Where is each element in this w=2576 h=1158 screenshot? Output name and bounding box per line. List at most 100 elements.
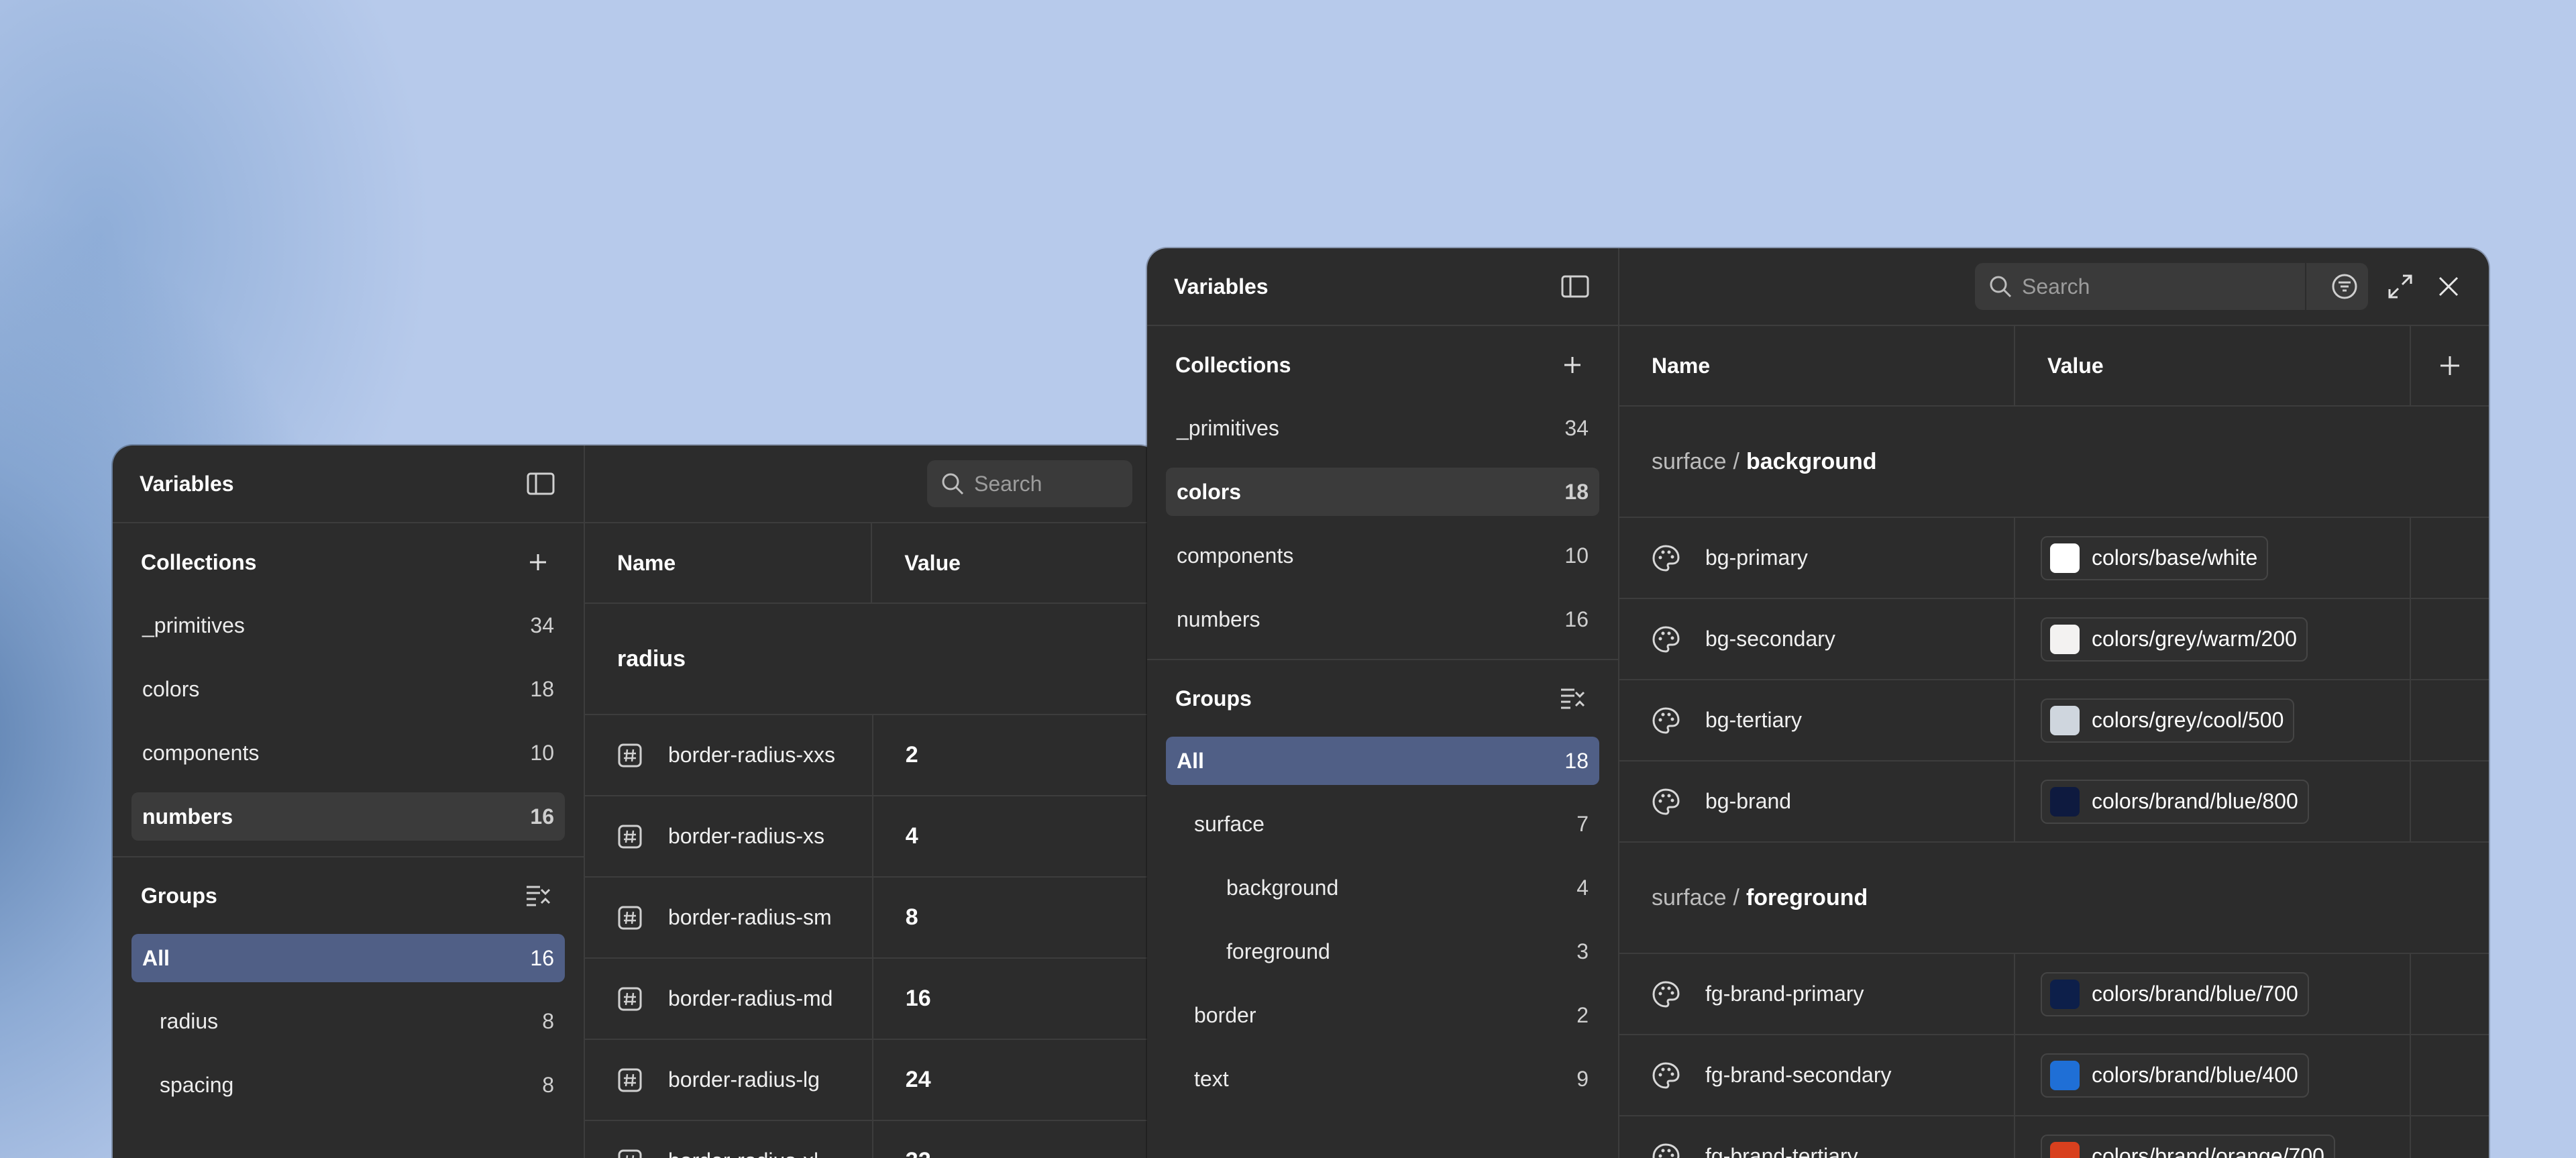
palette-icon bbox=[1652, 706, 1680, 734]
collection-count: 34 bbox=[1564, 415, 1589, 440]
collection-item[interactable]: colors 18 bbox=[131, 665, 565, 713]
column-name-header[interactable]: Name bbox=[1619, 326, 2015, 405]
collection-count: 16 bbox=[1564, 607, 1589, 631]
collection-item[interactable]: components 10 bbox=[131, 729, 565, 777]
expand-icon[interactable] bbox=[2384, 270, 2416, 303]
group-item[interactable]: spacing 8 bbox=[131, 1061, 565, 1109]
variable-value: colors/base/white bbox=[2092, 545, 2258, 570]
table-row[interactable]: fg-brand-secondary colors/brand/blue/400 bbox=[1619, 1035, 2489, 1116]
collections-title: Collections bbox=[1175, 352, 1291, 377]
groups-header: Groups bbox=[113, 857, 584, 934]
sidebar-toggle-icon[interactable] bbox=[525, 468, 557, 500]
variable-name: fg-brand-secondary bbox=[1705, 1063, 1892, 1087]
table-row[interactable]: bg-secondary colors/grey/warm/200 bbox=[1619, 599, 2489, 680]
filter-icon[interactable] bbox=[2321, 270, 2368, 303]
variable-value[interactable]: 2 bbox=[899, 742, 918, 768]
color-value-pill[interactable]: colors/base/white bbox=[2041, 535, 2269, 580]
search-input[interactable]: Search bbox=[927, 460, 1132, 507]
search-icon bbox=[942, 473, 964, 495]
add-collection-icon[interactable] bbox=[522, 546, 554, 578]
close-icon[interactable] bbox=[2432, 270, 2465, 303]
variable-value: colors/brand/blue/700 bbox=[2092, 982, 2298, 1006]
table-row[interactable]: border-radius-xxs 2 bbox=[585, 715, 1159, 796]
collection-item[interactable]: _primitives 34 bbox=[131, 601, 565, 649]
variable-value[interactable]: 8 bbox=[899, 904, 918, 931]
color-value-pill[interactable]: colors/brand/orange/700 bbox=[2041, 1134, 2335, 1158]
table-row[interactable]: bg-tertiary colors/grey/cool/500 bbox=[1619, 680, 2489, 761]
table-row[interactable]: fg-brand-primary colors/brand/blue/700 bbox=[1619, 954, 2489, 1035]
color-swatch bbox=[2050, 979, 2080, 1009]
groups-title: Groups bbox=[141, 883, 217, 908]
group-item[interactable]: border 2 bbox=[1166, 991, 1599, 1039]
group-item-selected[interactable]: All 18 bbox=[1166, 737, 1599, 785]
group-heading: surface / background bbox=[1619, 407, 2489, 518]
group-count: 9 bbox=[1576, 1066, 1589, 1091]
search-icon bbox=[1990, 276, 2012, 298]
table-row[interactable]: border-radius-lg 24 bbox=[585, 1040, 1159, 1121]
color-value-pill[interactable]: colors/grey/cool/500 bbox=[2041, 698, 2295, 743]
panel-title: Variables bbox=[1174, 274, 1269, 299]
column-headers: Name Value bbox=[1619, 326, 2489, 407]
variable-name: fg-brand-tertiary bbox=[1705, 1144, 1858, 1158]
number-icon bbox=[618, 825, 642, 848]
variables-table: Search Name Value surface / background b… bbox=[1619, 248, 2489, 1158]
group-heading-separator: / bbox=[1733, 884, 1739, 910]
collection-item[interactable]: components 10 bbox=[1166, 531, 1599, 580]
add-collection-icon[interactable] bbox=[1556, 349, 1589, 381]
variable-value[interactable]: 4 bbox=[899, 823, 918, 849]
group-count: 4 bbox=[1576, 875, 1589, 900]
group-label: background bbox=[1226, 875, 1339, 900]
table-row[interactable]: border-radius-md 16 bbox=[585, 959, 1159, 1040]
table-row[interactable]: bg-primary colors/base/white bbox=[1619, 518, 2489, 599]
collection-item-selected[interactable]: colors 18 bbox=[1166, 468, 1599, 516]
variable-name: border-radius-md bbox=[668, 986, 833, 1010]
collection-label: colors bbox=[142, 676, 200, 701]
table-row[interactable]: bg-brand colors/brand/blue/800 bbox=[1619, 761, 2489, 843]
table-row[interactable]: border-radius-xs 4 bbox=[585, 796, 1159, 878]
collection-label: numbers bbox=[1177, 607, 1260, 631]
variable-value[interactable]: 24 bbox=[899, 1067, 931, 1093]
variable-name: fg-brand-primary bbox=[1705, 982, 1864, 1006]
column-value-header[interactable]: Value bbox=[872, 523, 1159, 602]
group-item[interactable]: background 4 bbox=[1166, 863, 1599, 912]
collections-list: _primitives 34 colors 18 components 10 numb… bbox=[1147, 404, 1618, 643]
number-icon bbox=[618, 906, 642, 929]
group-item[interactable]: surface 7 bbox=[1166, 800, 1599, 848]
table-row[interactable]: fg-brand-tertiary colors/brand/orange/70… bbox=[1619, 1116, 2489, 1158]
collapse-groups-icon[interactable] bbox=[1556, 682, 1589, 715]
column-name-header[interactable]: Name bbox=[585, 523, 873, 602]
color-value-pill[interactable]: colors/brand/blue/700 bbox=[2041, 971, 2309, 1016]
search-input[interactable]: Search bbox=[1975, 263, 2368, 310]
group-count: 16 bbox=[530, 945, 554, 970]
variable-value[interactable]: 16 bbox=[899, 986, 931, 1012]
table-row[interactable]: border-radius-xl 32 bbox=[585, 1121, 1159, 1158]
palette-icon bbox=[1652, 1143, 1680, 1158]
plus-icon bbox=[2440, 356, 2459, 375]
collection-count: 34 bbox=[530, 613, 554, 637]
column-value-header[interactable]: Value bbox=[2015, 326, 2411, 405]
group-heading-parent: surface bbox=[1652, 448, 1727, 474]
table-row[interactable]: border-radius-sm 8 bbox=[585, 878, 1159, 959]
sidebar: Variables Collections _primitives 34 colo… bbox=[1147, 248, 1619, 1158]
group-count: 7 bbox=[1576, 811, 1589, 836]
group-item[interactable]: text 9 bbox=[1166, 1055, 1599, 1103]
add-column-button[interactable] bbox=[2411, 326, 2489, 405]
variable-value: colors/brand/orange/700 bbox=[2092, 1144, 2324, 1158]
collection-item[interactable]: _primitives 34 bbox=[1166, 404, 1599, 452]
color-value-pill[interactable]: colors/grey/warm/200 bbox=[2041, 617, 2308, 662]
variable-value[interactable]: 32 bbox=[899, 1148, 931, 1158]
collapse-groups-icon[interactable] bbox=[522, 880, 554, 912]
color-value-pill[interactable]: colors/brand/blue/400 bbox=[2041, 1053, 2309, 1098]
collection-item-selected[interactable]: numbers 16 bbox=[131, 792, 565, 841]
variable-name: border-radius-xl bbox=[668, 1149, 818, 1158]
variable-value: colors/grey/cool/500 bbox=[2092, 708, 2284, 732]
group-item[interactable]: foreground 3 bbox=[1166, 927, 1599, 976]
color-swatch bbox=[2050, 786, 2080, 817]
sidebar-toggle-icon[interactable] bbox=[1559, 270, 1591, 303]
color-value-pill[interactable]: colors/brand/blue/800 bbox=[2041, 779, 2309, 824]
group-item[interactable]: radius 8 bbox=[131, 997, 565, 1045]
collection-item[interactable]: numbers 16 bbox=[1166, 595, 1599, 643]
group-item-selected[interactable]: All 16 bbox=[131, 934, 565, 982]
variable-value: colors/brand/blue/800 bbox=[2092, 789, 2298, 813]
variable-name: border-radius-xxs bbox=[668, 743, 835, 767]
